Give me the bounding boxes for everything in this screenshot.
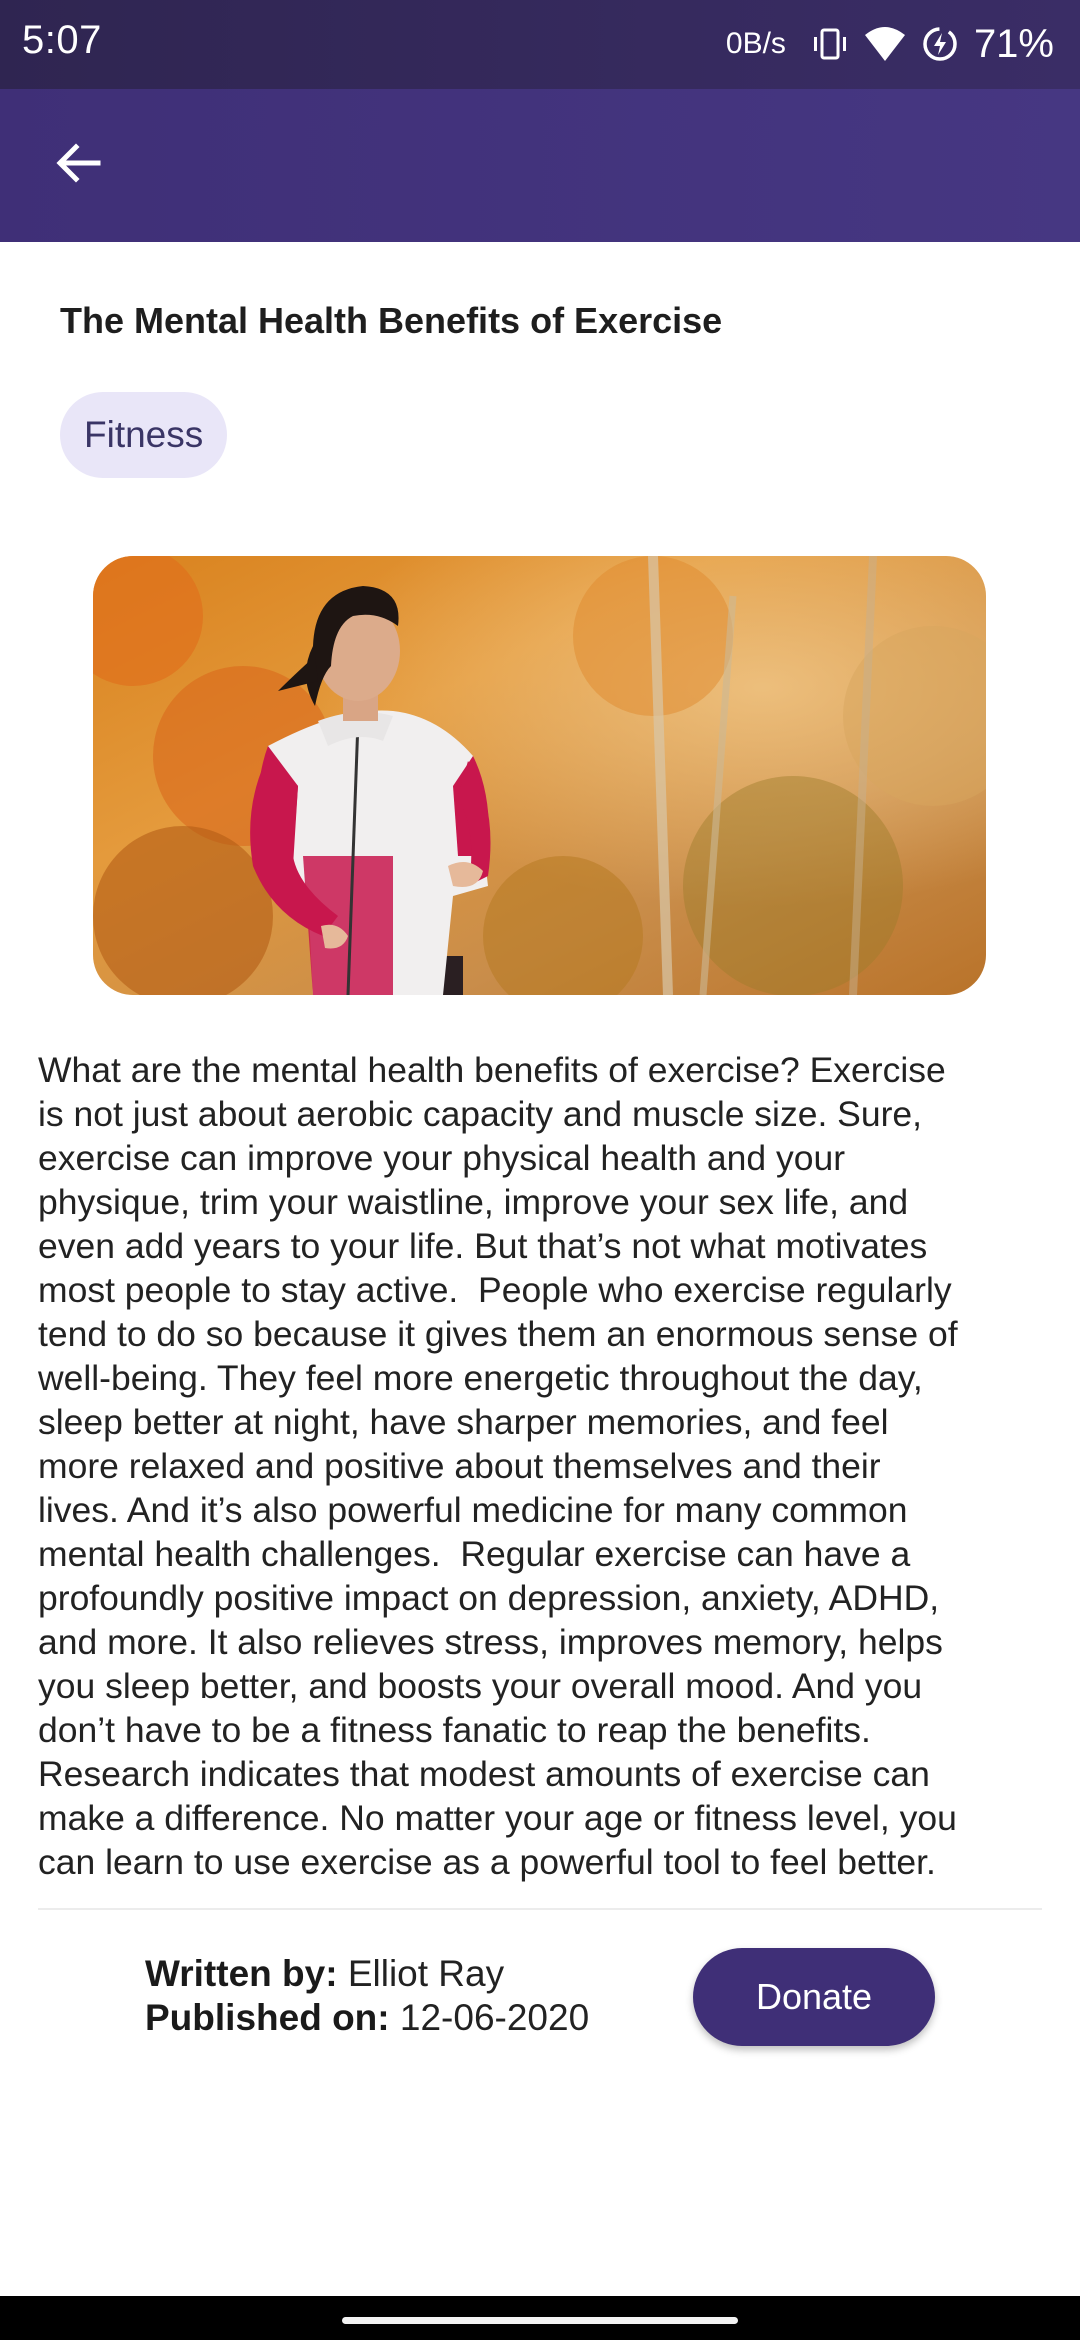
category-chip[interactable]: Fitness [60,392,228,478]
published-on-label: Published on: [145,1997,390,2038]
back-button[interactable] [38,135,118,195]
status-bar: 5:07 0B/s 71% [0,0,1080,89]
article-detail-screen: 5:07 0B/s 71% The Mental Health Benefits… [0,0,1080,2340]
status-time: 5:07 [22,18,102,62]
status-indicators: 0B/s 71% [726,18,1054,70]
published-date: 12-06-2020 [399,1997,590,2038]
author-row: Written by: Elliot Ray [145,1952,589,1996]
vibrate-icon [810,24,850,64]
home-gesture-handle[interactable] [342,2317,738,2324]
navigation-bar [0,2296,1080,2340]
article-body: What are the mental health benefits of e… [38,1050,958,1882]
wifi-icon [864,25,906,63]
written-by-label: Written by: [145,1953,338,1994]
woman-jogging-autumn-photo [93,556,986,995]
article-meta: Written by: Elliot Ray Published on: 12-… [145,1952,589,2040]
divider [38,1908,1042,1910]
app-bar [0,89,1080,242]
article-title: The Mental Health Benefits of Exercise [60,300,723,341]
arrow-left-icon [54,141,102,190]
author-name: Elliot Ray [347,1953,505,1994]
article-hero-image [93,556,986,995]
network-speed: 0B/s [725,27,786,60]
published-row: Published on: 12-06-2020 [145,1996,589,2040]
donate-button[interactable]: Donate [693,1948,935,2046]
battery-saver-icon [920,24,960,64]
battery-level: 71% [973,21,1054,66]
